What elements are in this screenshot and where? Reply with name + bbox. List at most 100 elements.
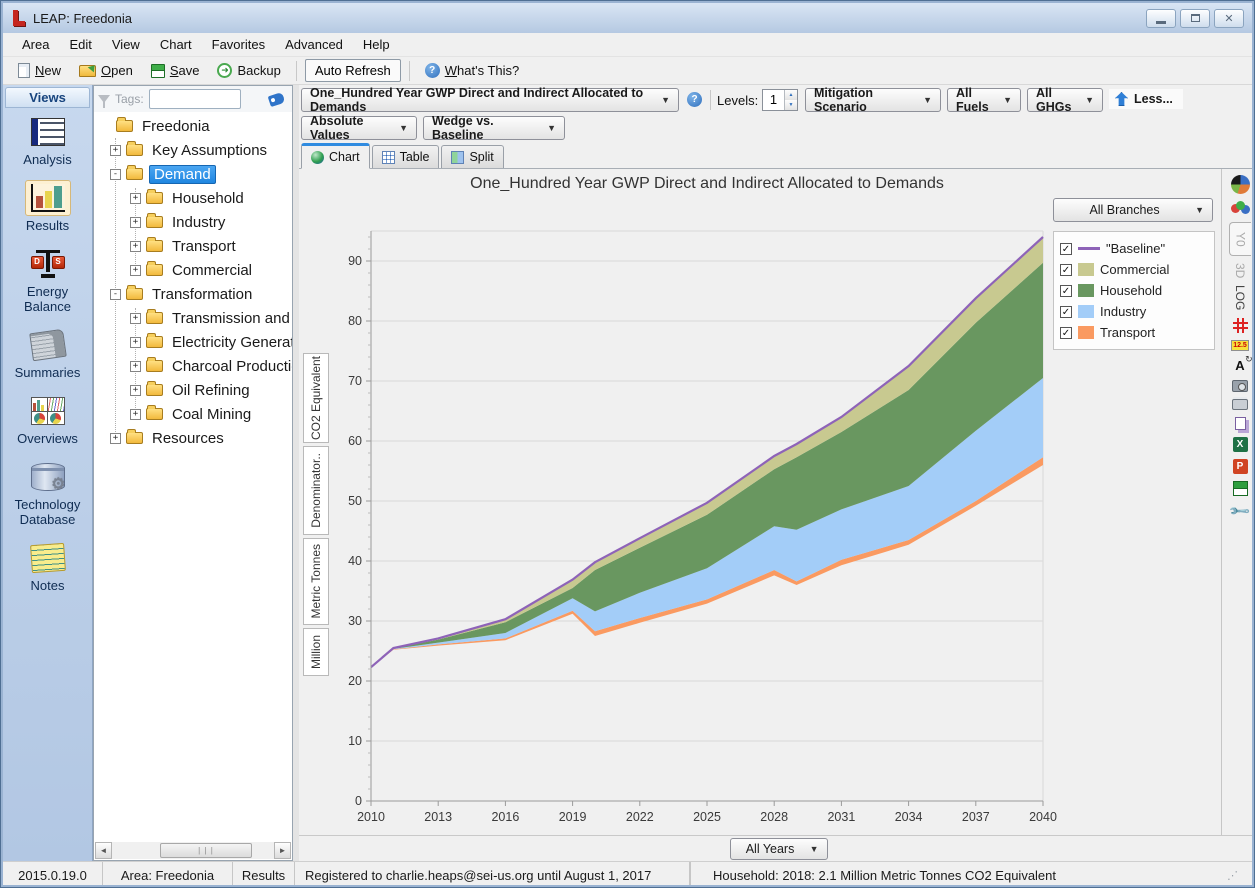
tree-item[interactable]: + Oil Refining xyxy=(94,378,292,402)
tab[interactable]: Chart xyxy=(301,143,370,169)
less-options-button[interactable]: Less... xyxy=(1109,89,1183,109)
menu-item[interactable]: Advanced xyxy=(276,35,352,54)
tab[interactable]: Split xyxy=(441,145,503,168)
menu-item[interactable]: Favorites xyxy=(203,35,274,54)
chart-colors-icon[interactable] xyxy=(1236,201,1245,210)
tree-expand-toggle[interactable]: + xyxy=(130,241,141,252)
years-filter-dropdown[interactable]: All Years▼ xyxy=(730,838,828,860)
legend-row[interactable]: ✓Household xyxy=(1060,280,1208,301)
tree-item[interactable]: + Resources xyxy=(94,426,292,450)
open-button[interactable]: Open xyxy=(72,61,140,80)
3d-toggle[interactable]: 3D xyxy=(1233,263,1247,278)
scrollbar-thumb[interactable]: | | | xyxy=(160,843,252,858)
spinner-down-icon[interactable]: ▼ xyxy=(785,100,797,110)
close-button[interactable]: ✕ xyxy=(1214,9,1244,28)
menu-item[interactable]: View xyxy=(103,35,149,54)
save-button[interactable]: Save xyxy=(144,61,207,80)
tags-input[interactable] xyxy=(149,89,241,109)
tree-item[interactable]: Freedonia xyxy=(94,114,292,138)
tree-expand-toggle[interactable]: + xyxy=(130,217,141,228)
scroll-left-arrow[interactable]: ◄ xyxy=(95,842,112,859)
new-button[interactable]: New xyxy=(11,61,68,80)
tree-item[interactable]: + Transport xyxy=(94,234,292,258)
tree-expand-toggle[interactable]: + xyxy=(130,337,141,348)
rotate-labels-icon[interactable]: A xyxy=(1235,358,1244,373)
view-item[interactable]: Energy Balance xyxy=(3,246,92,314)
save-chart-icon[interactable] xyxy=(1233,481,1248,496)
restore-button[interactable] xyxy=(1180,9,1210,28)
whats-this-button[interactable]: ?What's This? xyxy=(418,61,527,80)
unit-box-denominator[interactable]: Denominator.. xyxy=(303,446,329,535)
tree-expand-toggle[interactable]: - xyxy=(110,169,121,180)
copy-image-icon[interactable] xyxy=(1232,380,1248,392)
chart-settings-wrench-icon[interactable]: 🔧 xyxy=(1228,499,1252,523)
view-item[interactable]: Results xyxy=(3,180,92,233)
legend-checkbox[interactable]: ✓ xyxy=(1060,327,1072,339)
title-bar[interactable]: LEAP: Freedonia ✕ xyxy=(3,3,1252,33)
auto-refresh-toggle[interactable]: Auto Refresh xyxy=(305,59,401,82)
gridlines-toggle-icon[interactable] xyxy=(1233,318,1248,333)
tree-item[interactable]: - Demand xyxy=(94,162,292,186)
branches-filter-dropdown[interactable]: All Branches▼ xyxy=(1053,198,1213,222)
menu-item[interactable]: Help xyxy=(354,35,399,54)
levels-spinner[interactable]: 1 ▲▼ xyxy=(762,89,798,111)
legend-row[interactable]: ✓"Baseline" xyxy=(1060,238,1208,259)
tree-expand-toggle[interactable]: + xyxy=(110,145,121,156)
tree-item[interactable]: + Coal Mining xyxy=(94,402,292,426)
tree-item[interactable]: + Transmission and Distribution xyxy=(94,306,292,330)
legend-checkbox[interactable]: ✓ xyxy=(1060,243,1072,255)
view-item[interactable]: Summaries xyxy=(3,327,92,380)
legend-checkbox[interactable]: ✓ xyxy=(1060,306,1072,318)
chart-mode-dropdown[interactable]: Wedge vs. Baseline▼ xyxy=(423,116,565,140)
legend-row[interactable]: ✓Industry xyxy=(1060,301,1208,322)
chart-type-icon[interactable] xyxy=(1231,175,1250,194)
export-excel-icon[interactable]: X xyxy=(1233,437,1248,452)
tree-item[interactable]: + Key Assumptions xyxy=(94,138,292,162)
unit-box-co2-equivalent[interactable]: CO2 Equivalent xyxy=(303,353,329,443)
views-header[interactable]: Views xyxy=(5,87,90,108)
unit-box-metric-tonnes[interactable]: Metric Tonnes xyxy=(303,538,329,625)
backup-button[interactable]: ➜Backup xyxy=(210,61,287,80)
legend-row[interactable]: ✓Commercial xyxy=(1060,259,1208,280)
tree-item[interactable]: + Commercial xyxy=(94,258,292,282)
tree-item[interactable]: - Transformation xyxy=(94,282,292,306)
log-scale-toggle[interactable]: LOG xyxy=(1233,285,1247,310)
tree-item[interactable]: + Industry xyxy=(94,210,292,234)
ghgs-dropdown[interactable]: All GHGs▼ xyxy=(1027,88,1103,112)
tree-expand-toggle[interactable]: + xyxy=(130,265,141,276)
tree-item[interactable]: + Electricity Generation xyxy=(94,330,292,354)
y-origin-toggle[interactable]: Y0 xyxy=(1229,222,1251,256)
tree-expand-toggle[interactable]: + xyxy=(130,361,141,372)
variable-help-icon[interactable]: ? xyxy=(687,92,702,107)
scenario-dropdown[interactable]: Mitigation Scenario▼ xyxy=(805,88,941,112)
menu-item[interactable]: Area xyxy=(13,35,58,54)
decimals-icon[interactable]: 12.5 xyxy=(1231,340,1249,351)
spinner-up-icon[interactable]: ▲ xyxy=(785,90,797,100)
menu-item[interactable]: Chart xyxy=(151,35,201,54)
legend-row[interactable]: ✓Transport xyxy=(1060,322,1208,343)
unit-box-million[interactable]: Million xyxy=(303,628,329,676)
panel-splitter[interactable] xyxy=(293,85,299,861)
tab[interactable]: Table xyxy=(372,145,440,168)
tree-expand-toggle[interactable]: + xyxy=(110,433,121,444)
export-powerpoint-icon[interactable]: P xyxy=(1233,459,1248,474)
minimize-button[interactable] xyxy=(1146,9,1176,28)
tree-item[interactable]: + Charcoal Production xyxy=(94,354,292,378)
tree-horizontal-scrollbar[interactable]: ◄ | | | ► xyxy=(95,842,291,859)
view-item[interactable]: Analysis xyxy=(3,114,92,167)
menu-item[interactable]: Edit xyxy=(60,35,100,54)
tree-expand-toggle[interactable]: + xyxy=(130,409,141,420)
tree-expand-toggle[interactable]: + xyxy=(130,193,141,204)
copy-data-icon[interactable] xyxy=(1235,417,1246,430)
legend-checkbox[interactable]: ✓ xyxy=(1060,264,1072,276)
fuels-dropdown[interactable]: All Fuels▼ xyxy=(947,88,1021,112)
view-item[interactable]: Overviews xyxy=(3,393,92,446)
values-mode-dropdown[interactable]: Absolute Values▼ xyxy=(301,116,417,140)
print-icon[interactable] xyxy=(1232,399,1248,410)
levels-value[interactable]: 1 xyxy=(763,90,784,110)
tag-icon[interactable] xyxy=(268,91,286,106)
legend-checkbox[interactable]: ✓ xyxy=(1060,285,1072,297)
view-item[interactable]: Technology Database xyxy=(3,459,92,527)
tree-expand-toggle[interactable]: + xyxy=(130,313,141,324)
tree-item[interactable]: + Household xyxy=(94,186,292,210)
